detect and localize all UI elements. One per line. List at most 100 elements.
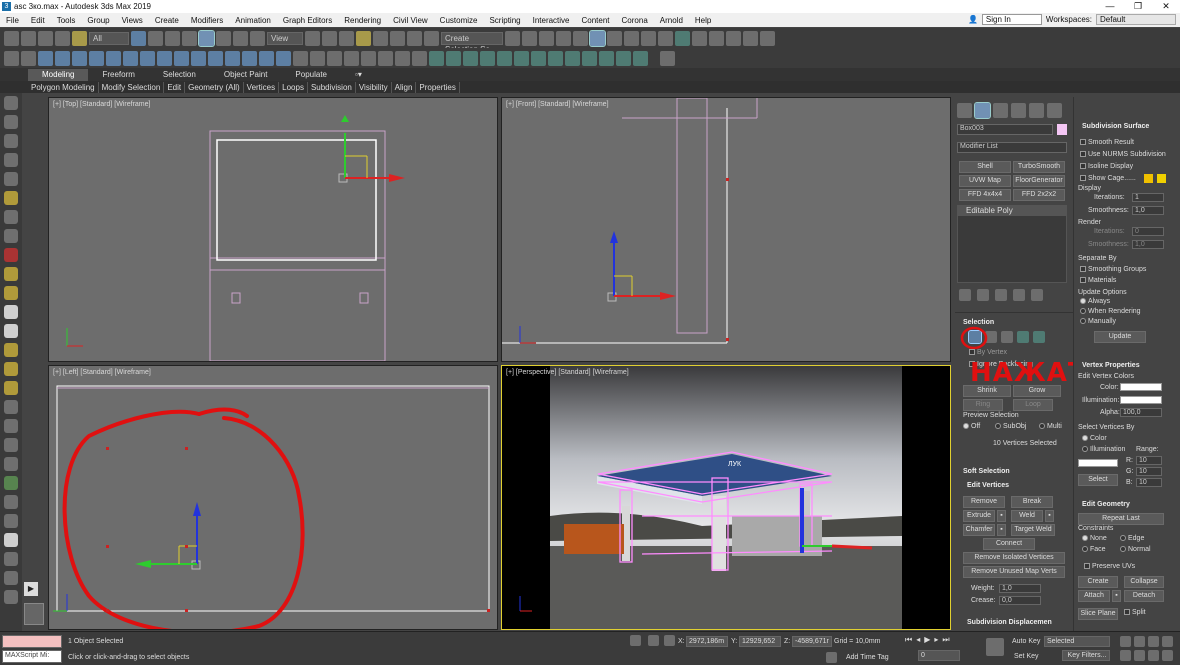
uvw-map-button[interactable]: UVW Map	[959, 175, 1011, 187]
tab-freeform[interactable]: Freeform	[88, 69, 148, 81]
helper-icon[interactable]	[531, 50, 546, 66]
edit-named-selection-icon[interactable]	[424, 30, 439, 46]
ellipse-icon[interactable]	[4, 286, 18, 300]
grid-icon[interactable]	[4, 50, 19, 66]
smooth-result-checkbox[interactable]: Smooth Result	[1080, 139, 1134, 146]
tab-object-paint[interactable]: Object Paint	[210, 69, 282, 81]
configure-sets-icon[interactable]	[1031, 289, 1043, 301]
stack-item-editable-poly[interactable]: Editable Poly	[958, 206, 1066, 216]
menu-rendering[interactable]: Rendering	[338, 16, 387, 25]
particle-icon[interactable]	[599, 50, 614, 66]
auto-key-button[interactable]: Auto Key	[1012, 638, 1040, 645]
preview-multi-radio[interactable]: Multi	[1039, 423, 1062, 430]
create-button[interactable]: Create	[1078, 576, 1118, 588]
toggle-layer-explorer-icon[interactable]	[556, 30, 571, 46]
sphere-left-icon[interactable]	[4, 533, 18, 547]
light-bulb-icon[interactable]	[633, 50, 648, 66]
menu-corona[interactable]: Corona	[616, 16, 654, 25]
crease-spinner[interactable]: 0,0	[999, 596, 1041, 605]
render-iterations-spinner[interactable]: 0	[1132, 227, 1164, 236]
selection-lock-icon[interactable]	[648, 635, 659, 646]
hedra-icon[interactable]	[242, 50, 257, 66]
soft-selection-header[interactable]: Soft Selection	[963, 468, 1010, 475]
menu-group[interactable]: Group	[81, 16, 115, 25]
weld-button[interactable]: Weld	[1011, 510, 1043, 522]
menu-tools[interactable]: Tools	[51, 16, 82, 25]
unlink-icon[interactable]	[55, 30, 70, 46]
wheel-icon[interactable]	[4, 514, 18, 528]
menu-create[interactable]: Create	[149, 16, 185, 25]
ngon-shape-icon[interactable]	[361, 50, 376, 66]
set-key-icon[interactable]	[986, 638, 1004, 656]
smoothing-groups-checkbox[interactable]: Smoothing Groups	[1080, 266, 1146, 273]
go-to-start-icon[interactable]: ⏮	[905, 635, 912, 645]
ribbon-subdivision[interactable]: Subdivision	[308, 81, 356, 93]
globe2-icon[interactable]	[4, 495, 18, 509]
cone-shape-icon[interactable]	[4, 324, 18, 338]
ribbon-vertices[interactable]: Vertices	[244, 81, 280, 93]
viewport-perspective-label[interactable]: [+] [Perspective] [Standard] [Wireframe]	[506, 369, 629, 376]
window-crossing-icon[interactable]	[182, 30, 197, 46]
rotate-icon[interactable]	[216, 30, 231, 46]
key-selection-dropdown[interactable]: Selected	[1044, 636, 1110, 647]
materials-checkbox[interactable]: Materials	[1080, 277, 1116, 284]
box-icon[interactable]	[259, 50, 274, 66]
isolate-selection-icon[interactable]	[630, 635, 641, 646]
range-r-spinner[interactable]: 10	[1136, 456, 1162, 465]
zoom-extents-icon[interactable]	[1148, 636, 1159, 647]
cage-color-swatch[interactable]	[1144, 174, 1153, 183]
ribbon-modify-selection[interactable]: Modify Selection	[99, 81, 165, 93]
zoom-all-icon[interactable]	[1134, 636, 1145, 647]
iterations-spinner[interactable]: 1	[1132, 193, 1164, 202]
shell-button[interactable]: Shell	[959, 161, 1011, 173]
undo-icon[interactable]	[4, 30, 19, 46]
circle-shape-icon[interactable]	[344, 50, 359, 66]
menu-graph-editors[interactable]: Graph Editors	[277, 16, 338, 25]
tab-populate[interactable]: Populate	[281, 69, 341, 81]
rectangle-icon[interactable]	[4, 267, 18, 281]
place-icon[interactable]	[250, 30, 265, 46]
selection-filter-dropdown[interactable]: All	[89, 31, 129, 45]
orbit-icon[interactable]	[4, 96, 18, 110]
arc-shape-icon[interactable]	[412, 50, 427, 66]
menu-arnold[interactable]: Arnold	[654, 16, 689, 25]
preserve-uvs-checkbox[interactable]: Preserve UVs	[1084, 563, 1135, 570]
workspace-dropdown[interactable]: Default	[1096, 14, 1176, 25]
maxscript-listener-top[interactable]	[2, 635, 62, 648]
stack-icon[interactable]	[4, 400, 18, 414]
select-object-icon[interactable]	[131, 30, 146, 46]
target-weld-button[interactable]: Target Weld	[1011, 524, 1055, 536]
light-icon[interactable]	[4, 191, 18, 205]
sun-icon[interactable]	[4, 362, 18, 376]
illumination-color-swatch[interactable]	[1120, 396, 1162, 404]
pan-icon[interactable]	[1134, 650, 1145, 661]
ribbon-properties[interactable]: Properties	[416, 81, 460, 93]
select-by-color-radio[interactable]: Color	[1082, 435, 1107, 442]
curve-editor-icon[interactable]	[589, 29, 606, 47]
rendered-frame-window-icon[interactable]	[658, 30, 673, 46]
geosphere-icon[interactable]	[89, 50, 104, 66]
keyboard-shortcut-override-icon[interactable]	[339, 30, 354, 46]
preview-subobj-radio[interactable]: SubObj	[995, 423, 1026, 430]
use-nurms-checkbox[interactable]: Use NURMS Subdivision	[1080, 151, 1166, 158]
select-color-swatch[interactable]	[1078, 459, 1118, 467]
menu-edit[interactable]: Edit	[25, 16, 51, 25]
alpha-spinner[interactable]: 100,0	[1120, 408, 1162, 417]
ribbon-align[interactable]: Align	[392, 81, 417, 93]
ribbon-polygon-modeling[interactable]: Polygon Modeling	[28, 81, 99, 93]
ribbon-geometry-all[interactable]: Geometry (All)	[185, 81, 244, 93]
element-mode-icon[interactable]	[1033, 331, 1045, 343]
toggle-scene-explorer-icon[interactable]	[539, 30, 554, 46]
menu-civil-view[interactable]: Civil View	[387, 16, 434, 25]
update-manually-radio[interactable]: Manually	[1080, 318, 1116, 325]
turbosmooth-button[interactable]: TurboSmooth	[1013, 161, 1065, 173]
sphere-icon[interactable]	[72, 50, 87, 66]
next-frame-icon[interactable]: ▸	[934, 635, 938, 645]
close-button[interactable]: ✕	[1152, 0, 1180, 13]
render-online-icon[interactable]	[726, 30, 741, 46]
remove-unused-map-verts-button[interactable]: Remove Unused Map Verts	[963, 566, 1065, 578]
layers-icon[interactable]	[4, 153, 18, 167]
star-shape-icon[interactable]	[327, 50, 342, 66]
current-frame-field[interactable]: 0	[918, 650, 960, 661]
motion-panel-icon[interactable]	[1011, 103, 1026, 118]
